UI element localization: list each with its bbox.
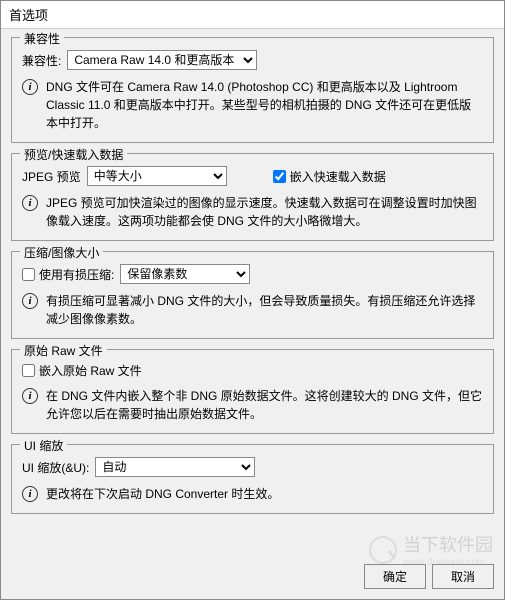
raw-info: 在 DNG 文件内嵌入整个非 DNG 原始数据文件。这将创建较大的 DNG 文件… [46, 387, 483, 423]
info-icon: i [22, 79, 38, 95]
embed-fastload-checkbox[interactable] [273, 170, 286, 183]
preview-info: JPEG 预览可加快渲染过的图像的显示速度。快速载入数据可在调整设置时加快图像载… [46, 194, 483, 230]
preview-group: 预览/快速载入数据 JPEG 预览 中等大小 嵌入快速载入数据 i JPEG 预… [11, 153, 494, 241]
ui-info: 更改将在下次启动 DNG Converter 时生效。 [46, 485, 483, 503]
ok-button[interactable]: 确定 [364, 564, 426, 589]
embed-fastload-label: 嵌入快速载入数据 [290, 168, 386, 185]
compat-label: 兼容性: [22, 52, 61, 69]
cancel-button[interactable]: 取消 [432, 564, 494, 589]
lossy-label: 使用有损压缩: [39, 266, 114, 283]
raw-group: 原始 Raw 文件 嵌入原始 Raw 文件 i 在 DNG 文件内嵌入整个非 D… [11, 349, 494, 434]
info-icon: i [22, 293, 38, 309]
embed-raw-label: 嵌入原始 Raw 文件 [39, 362, 142, 379]
preview-label: JPEG 预览 [22, 168, 81, 185]
compress-group: 压缩/图像大小 使用有损压缩: 保留像素数 i 有损压缩可显著减小 DNG 文件… [11, 251, 494, 339]
ui-legend: UI 缩放 [20, 437, 67, 454]
compat-legend: 兼容性 [20, 30, 64, 47]
embed-raw-checkbox[interactable] [22, 364, 35, 377]
preview-select[interactable]: 中等大小 [87, 166, 227, 186]
window-title: 首选项 [1, 1, 504, 29]
raw-legend: 原始 Raw 文件 [20, 342, 107, 359]
compat-select[interactable]: Camera Raw 14.0 和更高版本 [67, 50, 257, 70]
ui-label: UI 缩放(&U): [22, 459, 89, 476]
ui-group: UI 缩放 UI 缩放(&U): 自动 i 更改将在下次启动 DNG Conve… [11, 444, 494, 514]
compat-group: 兼容性 兼容性: Camera Raw 14.0 和更高版本 i DNG 文件可… [11, 37, 494, 143]
preview-legend: 预览/快速载入数据 [20, 146, 127, 163]
info-icon: i [22, 486, 38, 502]
pixel-select[interactable]: 保留像素数 [120, 264, 250, 284]
ui-scale-select[interactable]: 自动 [95, 457, 255, 477]
info-icon: i [22, 195, 38, 211]
compress-info: 有损压缩可显著减小 DNG 文件的大小，但会导致质量损失。有损压缩还允许选择减少… [46, 292, 483, 328]
info-icon: i [22, 388, 38, 404]
compress-legend: 压缩/图像大小 [20, 244, 103, 261]
lossy-checkbox[interactable] [22, 268, 35, 281]
compat-info: DNG 文件可在 Camera Raw 14.0 (Photoshop CC) … [46, 78, 483, 132]
